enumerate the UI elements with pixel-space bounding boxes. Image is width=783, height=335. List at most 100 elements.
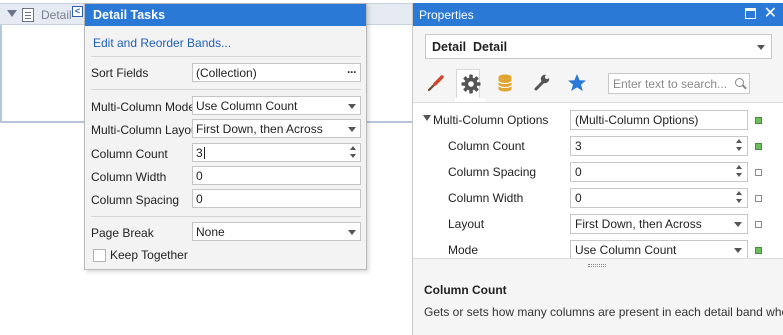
- property-set-marker: [755, 143, 762, 150]
- multi-column-mode-value: Use Column Count: [196, 99, 298, 113]
- properties-panel: Properties ✕ Detail Detail Enter text to…: [412, 3, 783, 335]
- column-count-spin-editor[interactable]: 3: [192, 143, 361, 162]
- column-spacing-label: Column Spacing: [91, 193, 180, 207]
- edit-reorder-bands-link[interactable]: Edit and Reorder Bands...: [93, 36, 231, 50]
- smart-tag-icon[interactable]: <: [72, 6, 83, 17]
- star-icon[interactable]: [565, 71, 589, 95]
- property-label: Layout: [448, 217, 485, 231]
- property-row-layout[interactable]: Layout First Down, then Across: [413, 211, 783, 237]
- spin-buttons[interactable]: [735, 138, 744, 153]
- property-row-multi-column-options[interactable]: Multi-Column Options (Multi-Column Optio…: [413, 107, 783, 133]
- property-value: First Down, then Across: [575, 217, 702, 231]
- multi-column-layout-label: Multi-Column Layout: [91, 123, 202, 137]
- chevron-down-icon[interactable]: [348, 104, 356, 109]
- property-row-column-count[interactable]: Column Count 3: [413, 133, 783, 159]
- property-search-input[interactable]: Enter text to search...: [608, 73, 750, 94]
- search-placeholder: Enter text to search...: [613, 77, 728, 91]
- property-value-editor[interactable]: 0: [570, 162, 748, 182]
- column-spacing-value: 0: [196, 192, 203, 206]
- divider: [91, 89, 361, 90]
- close-icon[interactable]: ✕: [764, 4, 777, 24]
- description-text: Gets or sets how many columns are presen…: [424, 305, 783, 319]
- spin-down-icon[interactable]: [350, 154, 356, 158]
- object-selector[interactable]: Detail Detail: [425, 34, 772, 59]
- brush-icon[interactable]: [423, 71, 447, 95]
- column-width-value: 0: [196, 169, 203, 183]
- column-spacing-input[interactable]: 0: [192, 189, 361, 208]
- property-grid[interactable]: Multi-Column Options (Multi-Column Optio…: [413, 102, 783, 260]
- spin-buttons[interactable]: [349, 145, 358, 160]
- divider: [91, 56, 361, 57]
- text-cursor: [203, 147, 205, 159]
- property-set-marker: [755, 247, 762, 254]
- spin-buttons[interactable]: [735, 190, 744, 205]
- grip-icon[interactable]: [588, 264, 606, 267]
- description-splitter[interactable]: [413, 258, 783, 272]
- sort-fields-editor[interactable]: (Collection) ···: [192, 63, 361, 82]
- property-label: Multi-Column Options: [433, 113, 549, 127]
- spin-down-icon[interactable]: [736, 147, 742, 151]
- wrench-icon[interactable]: [529, 71, 553, 95]
- property-label: Mode: [448, 243, 479, 257]
- detail-band-icon: [22, 8, 34, 22]
- spin-up-icon[interactable]: [736, 165, 742, 169]
- property-default-marker: [755, 221, 762, 228]
- spin-down-icon[interactable]: [736, 173, 742, 177]
- property-default-marker: [755, 169, 762, 176]
- spin-up-icon[interactable]: [350, 146, 356, 150]
- property-value-editor[interactable]: 0: [570, 188, 748, 208]
- spin-up-icon[interactable]: [736, 191, 742, 195]
- properties-title: Properties: [419, 8, 474, 22]
- detail-band-label: Detail: [41, 8, 72, 22]
- property-value: 0: [575, 165, 582, 179]
- multi-column-layout-value: First Down, then Across: [196, 122, 323, 136]
- maximize-icon[interactable]: [745, 8, 756, 19]
- properties-title-bar: Properties ✕: [413, 3, 783, 26]
- sort-fields-value: (Collection): [196, 66, 257, 80]
- column-width-input[interactable]: 0: [192, 166, 361, 185]
- property-value-editor[interactable]: Use Column Count: [570, 240, 748, 260]
- chevron-down-icon[interactable]: [734, 248, 742, 253]
- chevron-down-icon[interactable]: [348, 230, 356, 235]
- column-count-text: 3: [196, 146, 203, 160]
- property-label: Column Spacing: [448, 165, 537, 179]
- property-label: Column Count: [448, 139, 525, 153]
- sort-fields-label: Sort Fields: [91, 66, 149, 80]
- detail-tasks-panel: Detail Tasks Edit and Reorder Bands... S…: [84, 3, 367, 270]
- database-icon[interactable]: [493, 71, 517, 95]
- ellipsis-button[interactable]: ···: [347, 65, 357, 79]
- page-break-label: Page Break: [91, 226, 154, 240]
- multi-column-mode-select[interactable]: Use Column Count: [192, 96, 361, 115]
- property-value: 0: [575, 191, 582, 205]
- property-value: Use Column Count: [575, 243, 677, 257]
- collapse-band-icon[interactable]: [7, 10, 17, 17]
- spin-up-icon[interactable]: [736, 139, 742, 143]
- property-value-editor[interactable]: (Multi-Column Options): [570, 110, 748, 130]
- chevron-down-icon[interactable]: [734, 222, 742, 227]
- page-break-select[interactable]: None: [192, 222, 361, 241]
- gear-icon[interactable]: [456, 69, 481, 99]
- chevron-down-icon[interactable]: [348, 127, 356, 132]
- multi-column-mode-label: Multi-Column Mode: [91, 100, 196, 114]
- keep-together-checkbox[interactable]: [93, 249, 106, 262]
- keep-together-label[interactable]: Keep Together: [110, 248, 188, 262]
- property-label: Column Width: [448, 191, 524, 205]
- search-icon: [735, 78, 744, 87]
- property-row-column-spacing[interactable]: Column Spacing 0: [413, 159, 783, 185]
- column-width-label: Column Width: [91, 170, 167, 184]
- spin-buttons[interactable]: [735, 164, 744, 179]
- column-count-label: Column Count: [91, 147, 168, 161]
- property-row-column-width[interactable]: Column Width 0: [413, 185, 783, 211]
- property-value: (Multi-Column Options): [575, 113, 699, 127]
- property-default-marker: [755, 195, 762, 202]
- property-value-editor[interactable]: First Down, then Across: [570, 214, 748, 234]
- object-name: Detail: [432, 40, 467, 54]
- column-count-value: 3: [196, 146, 357, 160]
- spin-down-icon[interactable]: [736, 199, 742, 203]
- multi-column-layout-select[interactable]: First Down, then Across: [192, 119, 361, 138]
- property-value: 3: [575, 139, 582, 153]
- property-value-editor[interactable]: 3: [570, 136, 748, 156]
- chevron-down-icon[interactable]: [757, 45, 765, 50]
- collapse-icon[interactable]: [423, 115, 431, 121]
- detail-tasks-title: Detail Tasks: [85, 4, 366, 26]
